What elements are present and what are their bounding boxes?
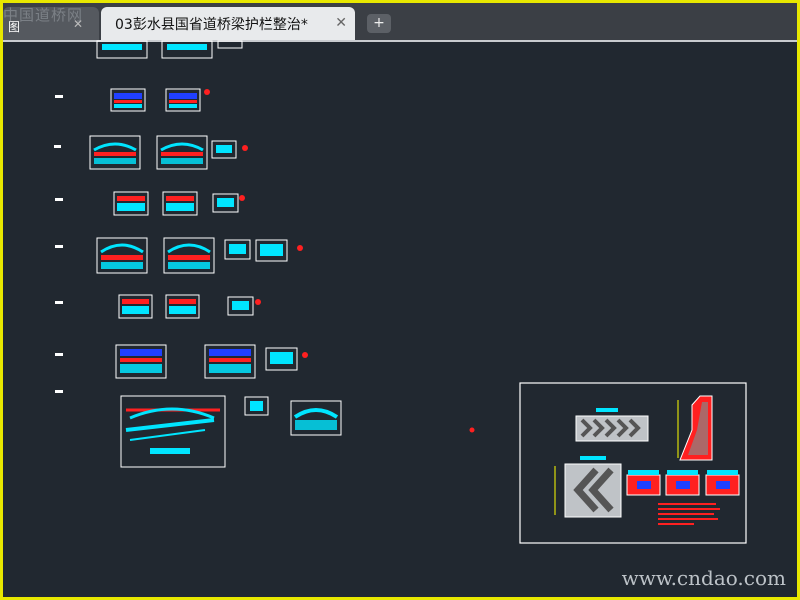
- drawing-row-5: [55, 294, 261, 319]
- drawing-row-3: [55, 191, 245, 216]
- drawing-row-6: [55, 344, 308, 379]
- detail-drawing-panel: [519, 382, 747, 544]
- watermark-url: www.cndao.com: [621, 566, 786, 590]
- drawing-row-1: [55, 88, 210, 112]
- drawing-canvas[interactable]: [0, 0, 800, 600]
- drawing-row-7: [55, 390, 475, 468]
- drawing-row-0: [96, 40, 243, 59]
- drawing-row-4: [55, 237, 303, 274]
- drawing-row-2: [54, 135, 248, 170]
